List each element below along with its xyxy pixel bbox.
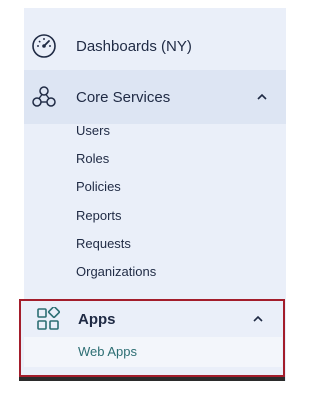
apps-section-highlight: Apps Web Apps: [19, 299, 285, 377]
sidebar-subitem-requests[interactable]: Requests: [76, 236, 131, 251]
sidebar-item-label: Apps: [78, 310, 116, 328]
sidebar-item-label: Core Services: [76, 88, 171, 106]
sidebar-subitem-label: Web Apps: [78, 344, 138, 359]
chevron-up-icon[interactable]: [252, 313, 264, 325]
sidebar-subitem-users[interactable]: Users: [76, 123, 110, 138]
sidebar-subitem-policies[interactable]: Policies: [76, 179, 121, 194]
sidebar-item-core-services[interactable]: Core Services: [24, 70, 286, 124]
sidebar-subitem-web-apps[interactable]: Web Apps: [24, 337, 282, 367]
chevron-up-icon[interactable]: [256, 91, 268, 103]
sidebar-item-apps[interactable]: Apps: [24, 301, 282, 337]
nodes-icon: [30, 83, 58, 111]
sidebar-item-dashboards[interactable]: Dashboards (NY): [24, 16, 286, 76]
sidebar-subitem-organizations[interactable]: Organizations: [76, 264, 156, 279]
divider: [19, 377, 285, 381]
sidebar-subitem-roles[interactable]: Roles: [76, 151, 109, 166]
gauge-icon: [30, 32, 58, 60]
apps-icon: [34, 305, 62, 333]
sidebar-subitem-reports[interactable]: Reports: [76, 208, 122, 223]
sidebar-item-label: Dashboards (NY): [76, 37, 192, 55]
